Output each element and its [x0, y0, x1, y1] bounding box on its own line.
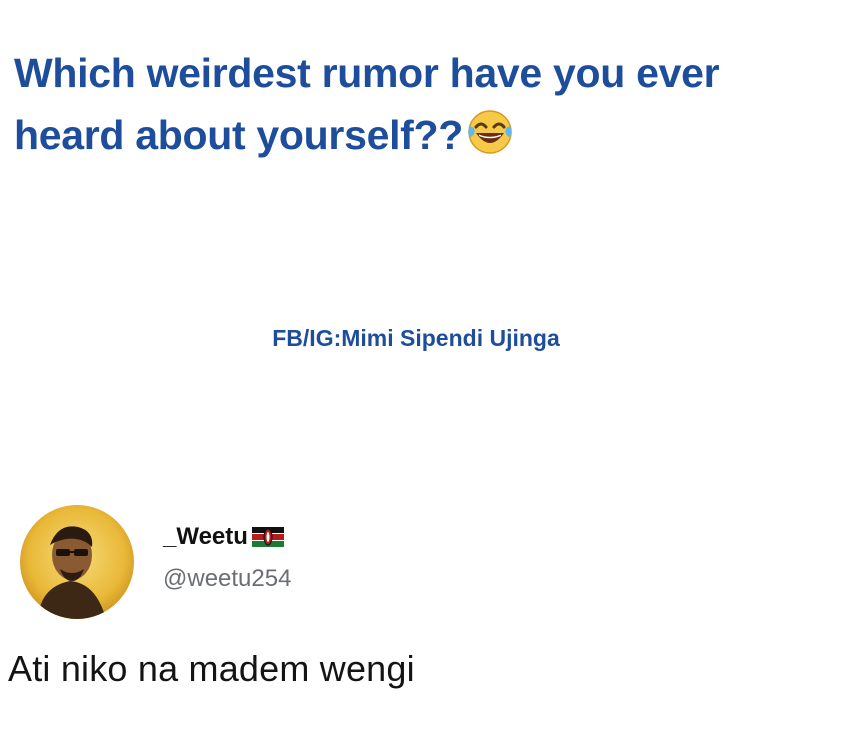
kenya-flag-icon — [251, 527, 284, 547]
tweet-text: Ati niko na madem wengi — [8, 648, 415, 689]
display-name[interactable]: _Weetu — [163, 523, 284, 551]
laughing-tears-emoji-icon — [468, 110, 512, 154]
avatar[interactable] — [20, 505, 134, 619]
tweet-author: _Weetu @weetu254 — [163, 523, 291, 593]
credit-text: FB/IG:Mimi Sipendi Ujinga — [272, 325, 560, 351]
credit-watermark: FB/IG:Mimi Sipendi Ujinga — [0, 325, 868, 352]
question-line-2: heard about yourself?? — [14, 112, 464, 158]
display-name-text: _Weetu — [163, 523, 248, 550]
question-line-2-wrap: heard about yourself?? — [14, 104, 864, 166]
username[interactable]: @weetu254 — [163, 565, 291, 593]
question-heading: Which weirdest rumor have you ever heard… — [14, 42, 864, 166]
question-line-1: Which weirdest rumor have you ever — [14, 50, 720, 96]
avatar-image — [20, 505, 134, 619]
